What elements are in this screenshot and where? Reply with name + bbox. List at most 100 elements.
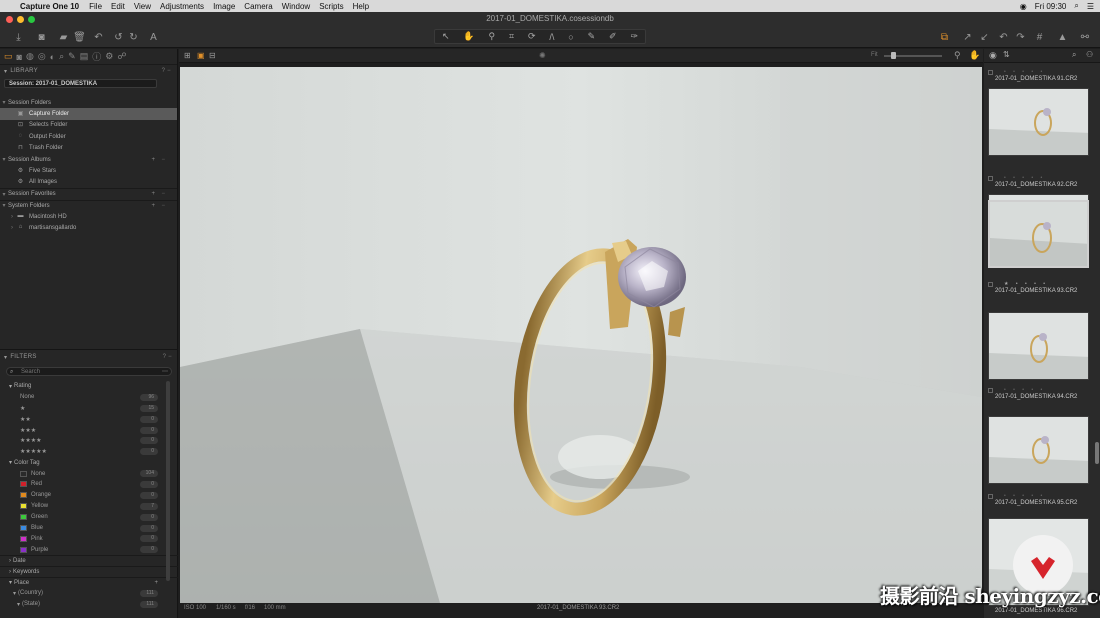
menu-clock[interactable]: Fri 09:30 — [1035, 2, 1067, 11]
color-tag-filter-row[interactable]: Blue 0 — [0, 523, 178, 534]
capture-icon[interactable]: ◙ — [35, 31, 48, 44]
spot-removal-icon[interactable]: ○ — [568, 32, 573, 42]
rotate-tool-icon[interactable]: ⟳ — [528, 31, 536, 42]
lens-tab-icon[interactable]: ◍ — [26, 51, 34, 62]
thumbnail-checkbox[interactable] — [988, 388, 993, 393]
brush-tool-icon[interactable]: ✎ — [588, 31, 596, 42]
crop-tool-icon[interactable]: ⌗ — [509, 31, 514, 42]
loupe-icon[interactable]: ⚲ — [954, 50, 961, 61]
eye-icon[interactable]: ◉ — [989, 50, 997, 61]
tree-item-home-folder[interactable]: › ⌂ martisansgallardo — [0, 222, 177, 233]
menu-adjustments[interactable]: Adjustments — [160, 2, 204, 11]
rotate-left-icon[interactable]: ↶ — [997, 31, 1010, 44]
add-place-icon[interactable]: + — [154, 580, 158, 586]
browser-search-icon[interactable]: ⌕ — [1072, 50, 1076, 60]
rating-filter-row[interactable]: ★★★★★ 0 — [0, 446, 178, 457]
zoom-slider-knob[interactable] — [891, 52, 896, 59]
color-tag-filter-header[interactable]: ▾ Color Tag — [0, 457, 178, 468]
menu-scripts[interactable]: Scripts — [319, 2, 343, 11]
rating-filter-row[interactable]: ★★★★ 0 — [0, 435, 178, 446]
sort-icon[interactable]: ⇅ — [1003, 50, 1010, 59]
batch-tab-icon[interactable]: ☍ — [117, 51, 126, 62]
menu-view[interactable]: View — [134, 2, 151, 11]
remove-favorite-icon[interactable]: − — [161, 191, 165, 197]
color-tag-filter-row[interactable]: Yellow 7 — [0, 501, 178, 512]
thumbnail-checkbox[interactable] — [988, 176, 993, 181]
menu-edit[interactable]: Edit — [111, 2, 125, 11]
thumbnail-rating[interactable]: ★ • • • • — [1004, 281, 1048, 287]
redo-icon[interactable]: ↻ — [127, 31, 140, 44]
import-icon[interactable]: ⤓ — [12, 31, 25, 44]
tree-item-five-stars[interactable]: ⚙ Five Stars — [0, 165, 177, 176]
menu-app-name[interactable]: Capture One 10 — [20, 2, 79, 11]
pan-tool-icon[interactable]: ↖ — [442, 31, 450, 42]
menu-window[interactable]: Window — [282, 2, 310, 11]
output-tab-icon[interactable]: ⚙ — [105, 51, 113, 62]
date-filter-header[interactable]: › Date — [0, 555, 178, 566]
session-folders-header[interactable]: ▾ Session Folders — [0, 97, 177, 108]
thumbnail-checkbox[interactable] — [988, 494, 993, 499]
thumbnail-rating[interactable]: • • • • • — [1004, 387, 1045, 393]
tree-item-selects-folder[interactable]: ⊡ Selects Folder — [0, 120, 177, 131]
single-view-icon[interactable]: ▣ — [197, 51, 205, 60]
control-center-icon[interactable]: ◉ — [1020, 2, 1027, 11]
rating-filter-row[interactable]: ★★★ 0 — [0, 425, 178, 436]
auto-adjust-icon[interactable]: A — [147, 31, 160, 44]
search-options-icon[interactable]: ⋯ — [162, 368, 168, 376]
compare-view-icon[interactable]: ⊟ — [209, 51, 216, 60]
metadata-tab-icon[interactable]: ⓘ — [92, 50, 101, 63]
filters-scrollbar[interactable] — [166, 381, 170, 581]
add-folder-icon[interactable]: + — [151, 203, 155, 209]
notification-icon[interactable]: ☰ — [1087, 2, 1094, 11]
color-tag-filter-row[interactable]: Red 0 — [0, 479, 178, 490]
proof-icon[interactable]: ⧉ — [938, 31, 951, 44]
grid-icon[interactable]: # — [1033, 31, 1046, 44]
library-header[interactable]: ▾ LIBRARY ? − — [0, 66, 177, 76]
place-state-row[interactable]: ▾ (State) 111 — [0, 599, 178, 610]
move-to-selects-icon[interactable]: ▰ — [57, 31, 70, 44]
multi-view-icon[interactable]: ⊞ — [184, 51, 191, 60]
color-tag-filter-row[interactable]: None 104 — [0, 468, 178, 479]
thumbnail-rating[interactable]: • • • • • — [1004, 69, 1045, 75]
tree-item-capture-folder[interactable]: ▣ Capture Folder — [0, 108, 177, 120]
capture-tab-icon[interactable]: ◙ — [17, 52, 22, 62]
thumbnail-rating[interactable]: • • • • • — [1004, 493, 1045, 499]
thumbnail-image[interactable] — [988, 312, 1089, 380]
menu-image[interactable]: Image — [213, 2, 235, 11]
fit-icon[interactable]: Fit — [871, 52, 878, 58]
undo-icon[interactable]: ↺ — [112, 31, 125, 44]
tree-item-all-images[interactable]: ⚙ All Images — [0, 177, 177, 188]
thumbnail-checkbox[interactable] — [988, 70, 993, 75]
tree-item-macintosh-hd[interactable]: › ▬ Macintosh HD — [0, 211, 177, 222]
exposure-warning-icon[interactable]: ▲ — [1056, 31, 1069, 44]
filters-help-icon[interactable]: ? − — [163, 354, 172, 360]
thumbnail-checkbox[interactable] — [988, 282, 993, 287]
browser-scrollbar[interactable] — [1095, 442, 1099, 464]
filters-header[interactable]: ▾ FILTERS ? − — [0, 352, 178, 362]
thumbnail-image[interactable] — [988, 416, 1089, 484]
session-albums-header[interactable]: ▾ Session Albums + − — [0, 154, 177, 165]
thumbnail-image[interactable] — [988, 88, 1089, 156]
thumbnail-image[interactable] — [988, 200, 1089, 268]
session-favorites-header[interactable]: ▾ Session Favorites + − — [0, 188, 177, 199]
place-filter-header[interactable]: ▾ Place + — [0, 577, 178, 588]
rating-filter-row[interactable]: ★ 15 — [0, 403, 178, 414]
tree-item-output-folder[interactable]: ◌ Output Folder — [0, 131, 177, 142]
pan-icon[interactable]: ✋ — [969, 50, 980, 61]
glasses-icon[interactable]: ⚯ — [1076, 31, 1094, 44]
add-album-icon[interactable]: + — [151, 157, 155, 163]
rating-filter-row[interactable]: ★★ 0 — [0, 414, 178, 425]
thumbnail-rating[interactable]: • • • • • — [1004, 175, 1045, 181]
filter-search-input[interactable]: ⌕ Search ⋯ — [6, 367, 172, 376]
place-country-row[interactable]: ▾ (Country) 111 — [0, 588, 178, 599]
color-tag-filter-row[interactable]: Orange 0 — [0, 490, 178, 501]
apply-adjustments-icon[interactable]: ↙ — [978, 31, 991, 44]
system-folders-header[interactable]: ▾ System Folders + − — [0, 199, 177, 211]
picker-tool-icon[interactable]: ✐ — [609, 31, 617, 42]
rating-filter-header[interactable]: ▾ Rating — [0, 381, 178, 392]
keystone-tool-icon[interactable]: /\ — [549, 32, 554, 42]
reset-icon[interactable]: ↶ — [92, 31, 105, 44]
tree-item-trash-folder[interactable]: ⊓ Trash Folder — [0, 143, 177, 154]
user-icon[interactable]: ⚇ — [1086, 50, 1093, 59]
menu-camera[interactable]: Camera — [244, 2, 272, 11]
